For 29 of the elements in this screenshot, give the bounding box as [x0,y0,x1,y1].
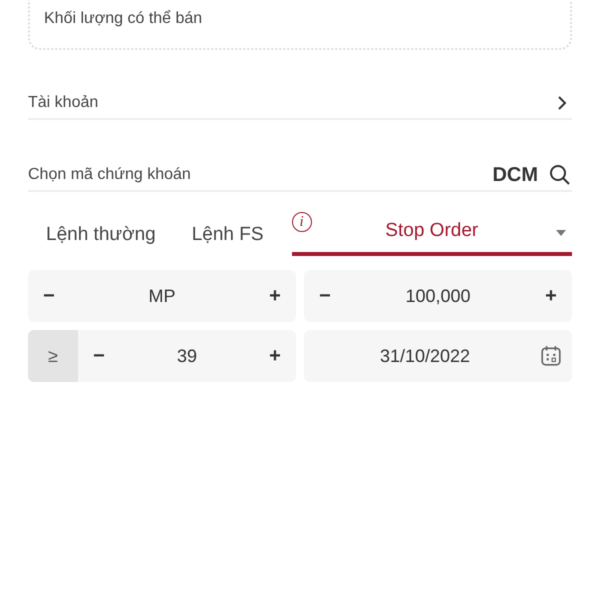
decrement-button[interactable]: − [84,341,114,371]
search-icon[interactable] [548,163,572,187]
symbol-value: DCM [492,164,538,186]
date-field[interactable]: 31/10/2022 [304,330,572,382]
increment-button[interactable]: + [260,281,290,311]
order-type-tab[interactable]: Lệnh thường [28,212,174,256]
stepper-field[interactable]: − 100,000 + [304,270,572,322]
stepper-field[interactable]: − MP + [28,270,296,322]
order-type-tab[interactable]: Lệnh FS [174,212,282,256]
info-icon[interactable]: i [292,212,312,232]
volume-label: Khối lượng có thể bán [44,10,202,27]
increment-button[interactable]: + [260,341,290,371]
account-label: Tài khoản [28,94,98,112]
account-row[interactable]: Tài khoản [28,88,572,120]
field-value: 100,000 [405,286,471,306]
field-value: 39 [176,346,198,366]
decrement-button[interactable]: − [34,281,64,311]
calendar-icon[interactable] [540,345,562,367]
increment-button[interactable]: + [536,281,566,311]
caret-icon[interactable] [556,230,566,236]
condition-button[interactable]: ≥ [28,330,78,382]
order-type-tab[interactable]: i Stop Order [292,212,572,256]
symbol-label: Chọn mã chứng khoán [28,166,191,184]
decrement-button[interactable]: − [310,281,340,311]
chevron-right-icon[interactable] [556,95,568,111]
symbol-field[interactable]: Chọn mã chứng khoán DCM [28,160,572,192]
stepper-field[interactable]: − 39 + [78,330,296,382]
field-value: MP [148,286,176,306]
date-value: 31/10/2022 [378,346,472,366]
